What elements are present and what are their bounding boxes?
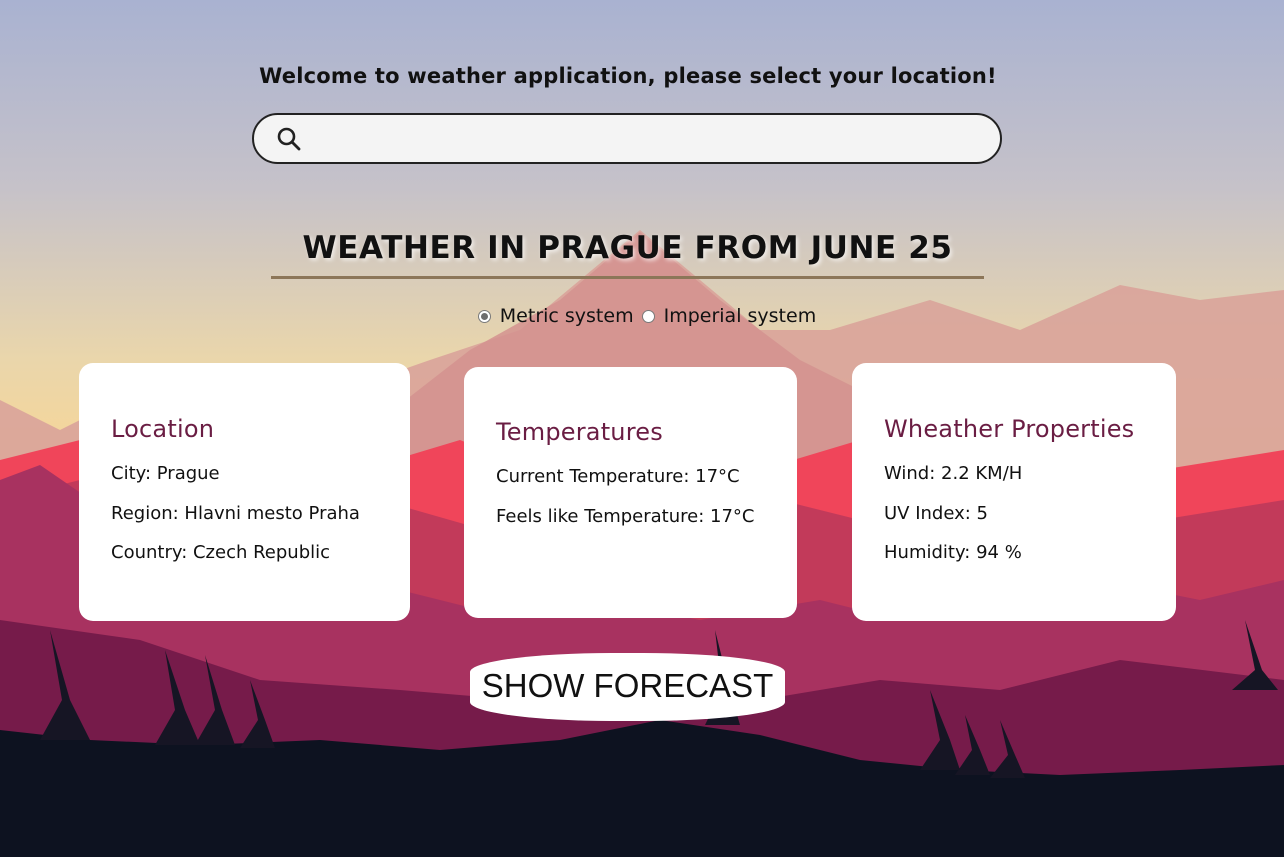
feels-like-temperature-text: Feels like Temperature: 17°C [496, 506, 755, 527]
temperatures-card: Temperatures Current Temperature: 17°C F… [464, 367, 797, 618]
uv-index-text: UV Index: 5 [884, 503, 989, 524]
search-input[interactable] [316, 121, 980, 157]
weather-properties-card-heading: Wheather Properties [884, 415, 1135, 443]
metric-option[interactable]: Metric system [477, 305, 634, 327]
imperial-option[interactable]: Imperial system [641, 305, 817, 327]
location-card: Location City: Prague Region: Hlavni mes… [79, 363, 410, 621]
metric-radio[interactable] [477, 309, 491, 323]
unit-system-selector: Metric system Imperial system [0, 305, 1284, 327]
imperial-radio[interactable] [641, 309, 655, 323]
page-title: WEATHER IN PRAGUE FROM JUNE 25 [302, 230, 953, 266]
city-text: City: Prague [111, 463, 220, 484]
temperatures-card-heading: Temperatures [496, 418, 663, 446]
welcome-heading: Welcome to weather application, please s… [259, 64, 997, 88]
search-bar[interactable] [252, 113, 1002, 164]
show-forecast-button[interactable]: SHOW FORECAST [470, 653, 785, 721]
metric-label: Metric system [499, 305, 634, 327]
weather-properties-card: Wheather Properties Wind: 2.2 KM/H UV In… [852, 363, 1176, 621]
imperial-label: Imperial system [663, 305, 817, 327]
search-icon [277, 127, 301, 151]
location-card-heading: Location [111, 415, 215, 443]
region-text: Region: Hlavni mesto Praha [111, 503, 360, 524]
country-text: Country: Czech Republic [111, 542, 331, 563]
wind-text: Wind: 2.2 KM/H [884, 463, 1023, 484]
current-temperature-text: Current Temperature: 17°C [496, 466, 740, 487]
humidity-text: Humidity: 94 % [884, 542, 1022, 563]
page-title-block: WEATHER IN PRAGUE FROM JUNE 25 [271, 230, 984, 279]
